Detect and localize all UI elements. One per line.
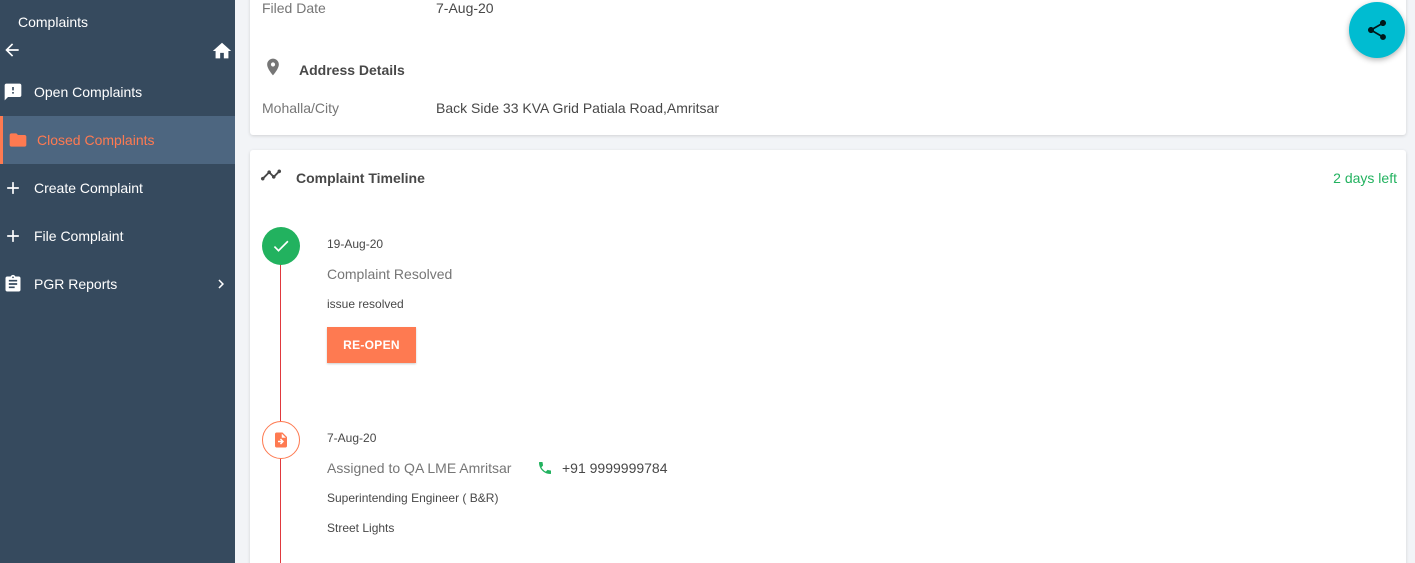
timeline-entry-status: Assigned to QA LME Amritsar: [327, 460, 512, 476]
days-left-badge: 2 days left: [1333, 170, 1397, 186]
timeline-entry-date: 7-Aug-20: [327, 431, 377, 445]
assignee-department: Street Lights: [327, 521, 395, 535]
sidebar-item-closed-complaints[interactable]: Closed Complaints: [0, 116, 235, 164]
resolved-status-icon: [262, 227, 300, 265]
filed-date-value: 7-Aug-20: [436, 0, 494, 16]
check-icon: [273, 240, 289, 252]
complaint-timeline-card: Complaint Timeline 2 days left 19-Aug-20…: [250, 150, 1406, 563]
complaint-details-card: Filed Date 7-Aug-20 Address Details Moha…: [250, 0, 1406, 135]
assignee-designation: Superintending Engineer ( B&R): [327, 491, 499, 505]
timeline-entry-date: 19-Aug-20: [327, 237, 384, 251]
complaint-timeline-heading: Complaint Timeline: [296, 170, 425, 186]
location-pin-icon: [267, 58, 279, 76]
chevron-right-icon[interactable]: [212, 275, 230, 293]
plus-icon: [7, 230, 19, 242]
timeline-entry-status: Complaint Resolved: [327, 266, 453, 282]
feedback-icon: [4, 83, 22, 101]
sidebar-item-create-complaint[interactable]: Create Complaint: [0, 164, 235, 212]
timeline-icon: [260, 169, 282, 181]
home-icon[interactable]: [211, 40, 233, 62]
sidebar: Complaints Open Complaints Closed Compla…: [0, 0, 235, 563]
reopen-button[interactable]: RE-OPEN: [327, 327, 416, 363]
phone-icon[interactable]: [537, 460, 553, 476]
filed-date-label: Filed Date: [262, 0, 326, 16]
share-icon: [1368, 20, 1386, 40]
city-value: Back Side 33 KVA Grid Patiala Road,Amrit…: [436, 100, 719, 116]
timeline-entry-comment: issue resolved: [327, 297, 404, 311]
clipboard-icon: [5, 274, 21, 292]
assignee-phone[interactable]: +91 9999999784: [562, 460, 668, 476]
sidebar-item-file-complaint[interactable]: File Complaint: [0, 212, 235, 260]
sidebar-item-label: Closed Complaints: [37, 132, 155, 148]
sidebar-title: Complaints: [18, 14, 89, 30]
sidebar-item-label: File Complaint: [34, 228, 124, 244]
assigned-status-icon: [262, 421, 300, 459]
timeline-connector: [280, 260, 281, 563]
sidebar-menu: Open Complaints Closed Complaints Create…: [0, 68, 235, 308]
file-icon: [275, 432, 287, 448]
share-button[interactable]: [1349, 2, 1405, 58]
plus-icon: [7, 182, 19, 194]
sidebar-item-open-complaints[interactable]: Open Complaints: [0, 68, 235, 116]
sidebar-item-label: Create Complaint: [34, 180, 143, 196]
sidebar-item-label: PGR Reports: [34, 276, 118, 292]
address-details-heading: Address Details: [299, 62, 405, 78]
back-arrow-icon[interactable]: [2, 40, 22, 60]
folder-icon: [9, 133, 27, 147]
sidebar-item-label: Open Complaints: [34, 84, 143, 100]
city-label: Mohalla/City: [262, 100, 340, 116]
sidebar-item-pgr-reports[interactable]: PGR Reports: [0, 260, 235, 308]
